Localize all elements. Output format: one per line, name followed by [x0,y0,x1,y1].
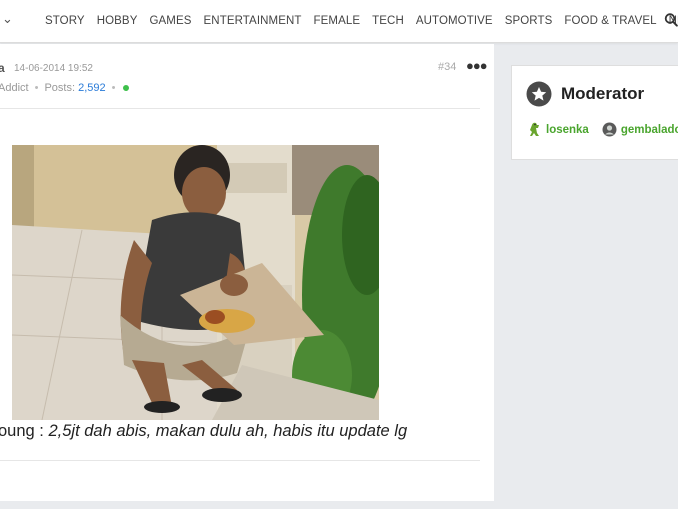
post-number[interactable]: #34 [438,61,456,73]
post-date: 14-06-2014 19:52 [14,63,93,74]
posts-label: Posts: [44,82,76,94]
posts-count-link[interactable]: 2,592 [78,82,106,94]
moderator-list: losenka gembalado [528,122,678,137]
user-rank: Addict [0,82,29,94]
moderator-header: Moderator [526,81,644,107]
separator-dot: • [111,82,116,94]
post-caption: oung : 2,5jt dah abis, makan dulu ah, ha… [0,422,407,441]
forum-post: a 14-06-2014 19:52 #34 ●●● Addict • Posts:… [0,44,494,501]
separator-dot: • [34,82,39,94]
caption-text: 2,5jt dah abis, makan dulu ah, habis itu… [48,422,408,440]
nav-item-food-travel[interactable]: FOOD & TRAVEL [564,15,656,27]
nav-item-story[interactable]: STORY [45,15,85,27]
nav-item-tech[interactable]: TECH [372,15,404,27]
moderator-user-losenka[interactable]: losenka [528,122,589,137]
category-menu: STORY HOBBY GAMES ENTERTAINMENT FEMALE T… [45,0,678,42]
nav-item-games[interactable]: GAMES [149,15,191,27]
moderator-title: Moderator [561,84,645,103]
nav-item-automotive[interactable]: AUTOMOTIVE [416,15,493,27]
post-username[interactable]: a [0,61,5,75]
post-divider [0,108,480,109]
round-avatar-icon [602,122,617,137]
nav-item-hobby[interactable]: HOBBY [97,15,138,27]
dino-avatar-icon [530,122,539,136]
moderator-panel: Moderator losenka gembalado [511,65,678,160]
user-meta: Addict • Posts: 2,592 • [0,82,130,94]
nav-item-sports[interactable]: SPORTS [505,15,553,27]
nav-item-entertainment[interactable]: ENTERTAINMENT [204,15,302,27]
post-image[interactable] [12,145,379,420]
moderator-user-gembalado[interactable]: gembalado [602,122,678,137]
post-divider [0,460,480,461]
star-badge-icon [526,81,552,107]
moderator-name[interactable]: gembalado [621,124,678,136]
more-dots-icon[interactable]: ●●● [466,58,488,73]
moderator-name[interactable]: losenka [546,124,589,136]
chevron-down-icon[interactable]: ⌄ [2,11,13,27]
top-navigation: ⌄ STORY HOBBY GAMES ENTERTAINMENT FEMALE… [0,0,678,43]
caption-prefix: oung : [0,422,49,440]
search-icon[interactable] [664,12,678,28]
nav-item-female[interactable]: FEMALE [314,15,361,27]
online-status-indicator [123,85,130,92]
